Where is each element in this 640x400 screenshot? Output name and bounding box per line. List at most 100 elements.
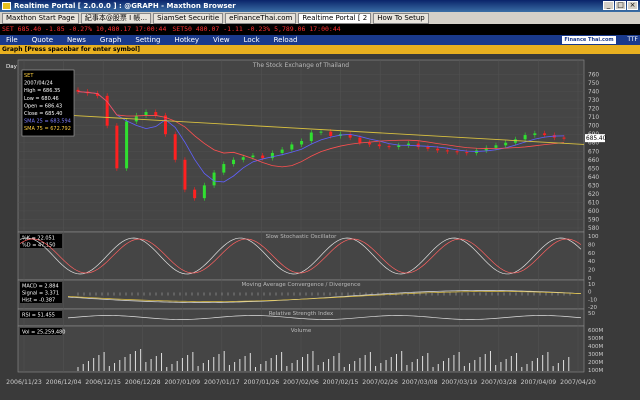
panel-label: RSI = 51.455	[22, 313, 55, 319]
candle-body	[222, 164, 226, 173]
y-tick-label: 700	[588, 124, 599, 130]
x-tick-label: 2007/01/17	[204, 379, 240, 386]
candle-body	[523, 135, 527, 140]
info-box-line: Low = 680.46	[24, 96, 59, 102]
candle-body	[173, 134, 177, 160]
candle-body	[387, 146, 391, 148]
panel-title: Volume	[291, 328, 312, 334]
y-tick-label: 100	[588, 234, 599, 240]
panel-label: Vol = 25,259,480	[22, 330, 65, 336]
info-box-line: SMA 25 = 683.594	[24, 119, 71, 125]
tab-realtime-portal[interactable]: Realtime Portal [ 2	[298, 13, 372, 24]
y-tick-label: 740	[588, 90, 599, 96]
x-tick-label: 2006/12/04	[46, 379, 82, 386]
panel-label: Hist = -0.387	[22, 298, 55, 304]
y-tick-label: 610	[588, 200, 599, 206]
candle-body	[125, 121, 129, 169]
candle-body	[494, 145, 498, 148]
last-price-label: 685.40	[586, 136, 607, 142]
y-tick-label: 50	[588, 311, 595, 317]
y-tick-label: 710	[588, 115, 599, 121]
tab-siamset[interactable]: SiamSet Securitie	[153, 13, 224, 24]
finance-thai-logo: Finance Thai.com	[562, 36, 616, 44]
minimize-button[interactable]: _	[603, 1, 614, 10]
candle-body	[397, 145, 401, 147]
menu-bar: File Quote News Graph Setting Hotkey Vie…	[0, 35, 640, 45]
chart-title: The Stock Exchange of Thailand	[252, 62, 349, 69]
title-bar: Realtime Portal [ 2.0.0.0 ] : @GRAPH - M…	[0, 0, 640, 12]
graph-symbol-bar[interactable]: Graph [Press spacebar for enter symbol]	[0, 45, 640, 54]
window-title: Realtime Portal [ 2.0.0.0 ] : @GRAPH - M…	[14, 2, 236, 10]
y-tick-label: 80	[588, 242, 595, 248]
candle-body	[533, 133, 537, 136]
y-tick-label: 650	[588, 166, 599, 172]
candle-body	[465, 152, 469, 154]
tab-notepad[interactable]: 紀事本@股票 I 帳...	[80, 13, 152, 24]
y-tick-label: -10	[588, 297, 597, 303]
maximize-button[interactable]: □	[615, 1, 626, 10]
y-tick-label: 0	[588, 290, 592, 296]
menu-reload[interactable]: Reload	[274, 35, 298, 45]
candle-body	[290, 144, 294, 150]
candle-body	[232, 159, 236, 165]
y-tick-label: 20	[588, 268, 595, 274]
y-tick-label: 10	[588, 282, 595, 288]
menu-lock[interactable]: Lock	[244, 35, 260, 45]
panel-title: Moving Average Convergence / Divergence	[242, 282, 362, 288]
tab-efinancethai[interactable]: eFinanceThai.com	[225, 13, 297, 24]
y-tick-label: 640	[588, 175, 599, 181]
info-box-line: High = 686.35	[24, 88, 60, 94]
y-tick-label: 620	[588, 192, 599, 198]
menu-news[interactable]: News	[67, 35, 86, 45]
y-tick-label: 200M	[588, 360, 603, 366]
candle-body	[183, 159, 187, 190]
ticker-set50: SET50 480.07 -1.11 -0.23% 5,789.06 17:00…	[172, 25, 341, 33]
menu-view[interactable]: View	[213, 35, 230, 45]
app-icon	[2, 2, 11, 10]
y-tick-label: 500M	[588, 336, 603, 342]
tab-maxthon-start[interactable]: Maxthon Start Page	[2, 13, 79, 24]
y-tick-label: 590	[588, 217, 599, 223]
tab-how-to-setup[interactable]: How To Setup	[373, 13, 429, 24]
window-controls: _ □ ×	[603, 1, 638, 10]
x-tick-label: 2006/12/28	[125, 379, 161, 386]
menu-quote[interactable]: Quote	[32, 35, 53, 45]
candle-body	[154, 112, 158, 116]
x-tick-label: 2006/12/15	[85, 379, 121, 386]
y-tick-label: 760	[588, 73, 599, 79]
x-tick-label: 2007/04/09	[521, 379, 557, 386]
candle-body	[115, 125, 119, 169]
info-box-line: Close = 685.40	[24, 111, 62, 117]
candle-body	[212, 172, 216, 186]
menu-file[interactable]: File	[6, 35, 18, 45]
chart-area: 2006/11/23 2006/12/04 2006/12/15 2006/12/28…	[0, 54, 640, 400]
candle-body	[329, 131, 333, 136]
candle-body	[163, 115, 167, 135]
candle-body	[543, 133, 547, 136]
x-tick-label: 2007/03/19	[441, 379, 477, 386]
candle-body	[280, 149, 284, 153]
stock-chart[interactable]: 2006/11/23 2006/12/04 2006/12/15 2006/12/28…	[0, 54, 640, 400]
ticker-set: SET 685.40 -1.85 -0.27% 10,480.17 17:00:…	[2, 25, 167, 33]
menu-graph[interactable]: Graph	[100, 35, 121, 45]
y-tick-label: 600	[588, 209, 599, 215]
info-box-line: SMA 75 = 672.792	[24, 126, 71, 132]
y-tick-label: 750	[588, 81, 599, 87]
menu-setting[interactable]: Setting	[135, 35, 160, 45]
y-tick-label: 660	[588, 158, 599, 164]
y-tick-label: 300M	[588, 352, 603, 358]
browser-tab-bar: Maxthon Start Page 紀事本@股票 I 帳... SiamSet…	[0, 12, 640, 24]
info-box-line: 2007/04/24	[24, 81, 53, 87]
candle-body	[193, 189, 197, 199]
candle-body	[562, 137, 566, 139]
close-button[interactable]: ×	[627, 1, 638, 10]
y-tick-label: 630	[588, 183, 599, 189]
info-box-line: Open = 686.43	[24, 103, 62, 109]
candle-body	[319, 131, 323, 133]
candle-body	[416, 143, 420, 147]
panel-title: Slow Stochastic Oscillator	[266, 234, 338, 240]
y-tick-label: 400M	[588, 344, 603, 350]
x-tick-label: 2007/02/26	[362, 379, 398, 386]
menu-hotkey[interactable]: Hotkey	[174, 35, 199, 45]
panel-label: %K = 22.051	[22, 236, 55, 242]
